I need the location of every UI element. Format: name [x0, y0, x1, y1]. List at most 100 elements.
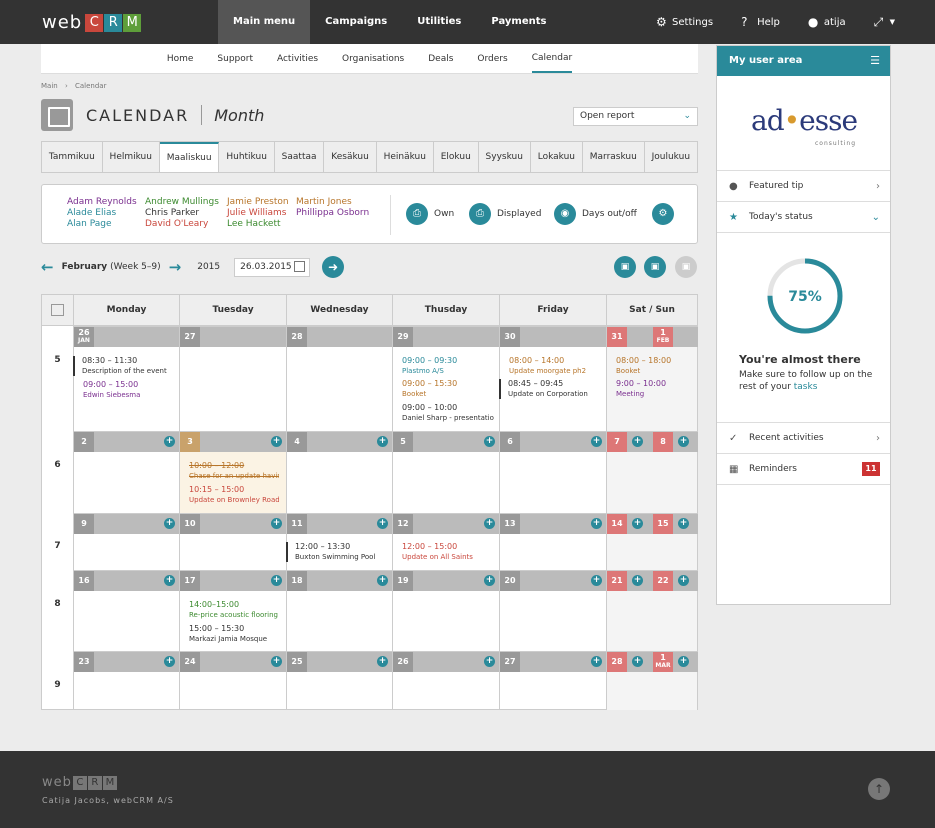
open-report-select[interactable]: Open report ⌄: [573, 107, 698, 126]
calendar-event[interactable]: 10:15 – 15:00 Update on Brownley Road: [189, 485, 279, 505]
own-option[interactable]: ⎙ Own: [406, 203, 454, 225]
prev-arrow-icon[interactable]: ←: [41, 258, 54, 276]
day-cell[interactable]: 6 +: [499, 432, 607, 514]
add-event-icon[interactable]: +: [678, 575, 689, 586]
calendar-event[interactable]: 12:00 – 13:30 Buxton Swimming Pool: [286, 542, 386, 562]
tab-month-12[interactable]: Joulukuu: [645, 142, 697, 172]
calendar-event[interactable]: 9:00 – 10:00 Meeting: [616, 379, 694, 399]
subnav-calendar[interactable]: Calendar: [531, 45, 573, 73]
add-event-icon[interactable]: +: [164, 518, 175, 529]
subnav-deals[interactable]: Deals: [428, 46, 453, 72]
subnav-activities[interactable]: Activities: [277, 46, 318, 72]
add-event-icon[interactable]: +: [484, 518, 495, 529]
tab-month-3[interactable]: Maaliskuu: [159, 142, 220, 172]
day-cell[interactable]: 14 +15 +: [606, 514, 698, 571]
calendar-event[interactable]: 10:00 – 12:00 Chase for an update having: [189, 461, 279, 481]
day-cell[interactable]: 20 +: [499, 571, 607, 652]
add-event-icon[interactable]: +: [632, 518, 643, 529]
calendar-event[interactable]: 08:30 – 11:30 Description of the event: [73, 356, 173, 376]
calendar-event[interactable]: 08:45 – 09:45 Update on Corporation: [499, 379, 593, 399]
user-link[interactable]: Andrew Mullings: [145, 197, 219, 208]
tab-month-2[interactable]: Helmikuu: [103, 142, 160, 172]
day-cell[interactable]: 28: [286, 327, 393, 432]
add-event-icon[interactable]: +: [591, 436, 602, 447]
tab-month-11[interactable]: Marraskuu: [583, 142, 645, 172]
user-button[interactable]: ● atija: [808, 15, 846, 29]
list-icon[interactable]: ☰: [870, 46, 880, 76]
add-event-icon[interactable]: +: [271, 518, 282, 529]
day-view-button[interactable]: ▣: [614, 256, 636, 278]
day-cell[interactable]: 27: [179, 327, 287, 432]
days-off-option[interactable]: ◉ Days out/off: [554, 203, 637, 225]
day-cell[interactable]: 19 +: [392, 571, 500, 652]
calendar-settings-button[interactable]: ⚙: [652, 203, 680, 225]
breadcrumb-main[interactable]: Main: [41, 82, 58, 90]
add-event-icon[interactable]: +: [632, 436, 643, 447]
add-event-icon[interactable]: +: [377, 518, 388, 529]
nav-payments[interactable]: Payments: [476, 0, 561, 44]
subnav-support[interactable]: Support: [217, 46, 253, 72]
subnav-organisations[interactable]: Organisations: [342, 46, 404, 72]
calendar-event[interactable]: 09:00 – 15:00 Edwin Siebesma: [83, 380, 173, 400]
date-input[interactable]: 26.03.2015: [234, 257, 311, 277]
add-event-icon[interactable]: +: [678, 518, 689, 529]
help-button[interactable]: ? Help: [741, 15, 780, 29]
month-view-button[interactable]: ▣: [675, 256, 697, 278]
add-event-icon[interactable]: +: [164, 656, 175, 667]
next-arrow-icon[interactable]: →: [169, 258, 182, 276]
add-event-icon[interactable]: +: [678, 656, 689, 667]
add-event-icon[interactable]: +: [632, 575, 643, 586]
user-link[interactable]: Jamie Preston: [227, 197, 289, 208]
recent-activities-row[interactable]: ✓ Recent activities ›: [717, 423, 890, 454]
tab-month-9[interactable]: Syyskuu: [479, 142, 531, 172]
calendar-event[interactable]: 14:00–15:00 Re-price acoustic flooring: [189, 600, 279, 620]
user-link[interactable]: Alade Elias: [67, 208, 137, 219]
displayed-option[interactable]: ⎙ Displayed: [469, 203, 541, 225]
day-cell[interactable]: 2 +: [73, 432, 180, 514]
day-cell[interactable]: 10 +: [179, 514, 287, 571]
day-cell[interactable]: 16 +: [73, 571, 180, 652]
calendar-event[interactable]: 09:00 – 10:00 Daniel Sharp - presentation: [402, 403, 494, 423]
day-cell[interactable]: 25 +: [286, 652, 393, 710]
tab-month-6[interactable]: Kesäkuu: [324, 142, 377, 172]
user-link[interactable]: Alan Page: [67, 219, 137, 230]
go-button[interactable]: ➜: [322, 256, 345, 278]
add-event-icon[interactable]: +: [377, 656, 388, 667]
user-link[interactable]: Lee Hackett: [227, 219, 289, 230]
tab-month-10[interactable]: Lokakuu: [531, 142, 583, 172]
add-event-icon[interactable]: +: [271, 575, 282, 586]
user-link[interactable]: Chris Parker: [145, 208, 219, 219]
user-link[interactable]: Adam Reynolds: [67, 197, 137, 208]
day-cell[interactable]: 13 +: [499, 514, 607, 571]
day-cell[interactable]: 24 +: [179, 652, 287, 710]
day-cell[interactable]: 18 +: [286, 571, 393, 652]
tab-month-1[interactable]: Tammikuu: [42, 142, 103, 172]
add-event-icon[interactable]: +: [377, 436, 388, 447]
settings-button[interactable]: ⚙ Settings: [656, 15, 713, 29]
week-view-button[interactable]: ▣: [644, 256, 666, 278]
calendar-event[interactable]: 12:00 – 15:00 Update on All Saints: [402, 542, 494, 562]
subnav-home[interactable]: Home: [167, 46, 194, 72]
calendar-event[interactable]: 09:00 – 15:30 Booket: [402, 379, 494, 399]
add-event-icon[interactable]: +: [632, 656, 643, 667]
tab-month-4[interactable]: Huhtikuu: [219, 142, 275, 172]
reminders-row[interactable]: ▦ Reminders 11: [717, 454, 890, 485]
day-cell[interactable]: 26 +: [392, 652, 500, 710]
add-event-icon[interactable]: +: [678, 436, 689, 447]
day-cell[interactable]: 4 +: [286, 432, 393, 514]
nav-campaigns[interactable]: Campaigns: [310, 0, 402, 44]
user-link[interactable]: Phillippa Osborn: [296, 208, 369, 219]
tab-month-8[interactable]: Elokuu: [434, 142, 479, 172]
tab-month-7[interactable]: Heinäkuu: [377, 142, 434, 172]
add-event-icon[interactable]: +: [591, 575, 602, 586]
fullscreen-button[interactable]: ⤢ ▼: [874, 15, 895, 29]
user-link[interactable]: Julie Williams: [227, 208, 289, 219]
day-cell[interactable]: 21 +22 +: [606, 571, 698, 652]
add-event-icon[interactable]: +: [484, 656, 495, 667]
nav-utilities[interactable]: Utilities: [402, 0, 476, 44]
nav-main-menu[interactable]: Main menu: [218, 0, 311, 44]
todays-status-row[interactable]: ★ Today's status ⌄: [717, 202, 890, 233]
day-cell[interactable]: 27 +: [499, 652, 607, 710]
tasks-link[interactable]: tasks: [794, 382, 818, 392]
add-event-icon[interactable]: +: [591, 518, 602, 529]
